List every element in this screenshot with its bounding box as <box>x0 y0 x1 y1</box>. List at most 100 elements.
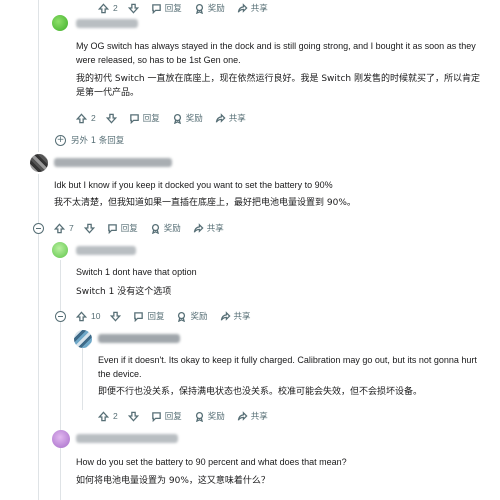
avatar[interactable] <box>52 15 68 31</box>
comment-bubble-icon <box>129 113 139 124</box>
collapse-button[interactable] <box>33 223 44 234</box>
comment-actions: 2 回复 奖励 共享 <box>98 0 280 16</box>
thread-line <box>60 260 61 500</box>
reply-button[interactable]: 回复 <box>129 112 160 124</box>
share-icon <box>215 112 226 123</box>
username-blurred[interactable] <box>76 246 136 255</box>
award-button[interactable]: 奖励 <box>194 410 225 422</box>
avatar[interactable] <box>30 154 48 172</box>
collapse-button[interactable] <box>55 311 66 322</box>
reply-label: 回复 <box>142 113 160 123</box>
comment-text-en: My OG switch has always stayed in the do… <box>76 41 476 65</box>
comment-text-en: Even if it doesn't. Its okay to keep it … <box>98 355 477 379</box>
comment-text-zh: 我不太清楚，但我知道如果一直插在底座上，最好把电池电量设置到 90%。 <box>54 198 356 208</box>
share-label: 共享 <box>250 3 268 13</box>
thread-line <box>82 340 83 410</box>
comment-bubble-icon <box>151 3 161 14</box>
comment-text-zh: Switch 1 没有这个选项 <box>76 287 172 297</box>
comment-text-en: Switch 1 dont have that option <box>76 267 197 277</box>
upvote-button[interactable]: 2 <box>98 410 123 422</box>
award-label: 奖励 <box>185 113 203 123</box>
share-icon <box>193 222 204 233</box>
username-blurred[interactable] <box>98 334 180 343</box>
award-icon <box>195 411 203 422</box>
award-icon <box>173 113 181 124</box>
award-label: 奖励 <box>207 3 225 13</box>
arrow-up-icon <box>98 410 109 421</box>
arrow-up-icon <box>76 112 87 123</box>
avatar[interactable] <box>52 242 68 258</box>
share-label: 共享 <box>233 311 251 321</box>
comment-actions: 2 回复 奖励 共享 <box>98 408 280 424</box>
downvote-button[interactable] <box>105 113 117 124</box>
arrow-down-icon <box>127 411 139 422</box>
award-button[interactable]: 奖励 <box>194 2 225 14</box>
reply-label: 回复 <box>120 223 138 233</box>
award-label: 奖励 <box>163 223 181 233</box>
comment-text-zh: 即便不行也没关系，保持满电状态也没关系。校准可能会失效，但不会损坏设备。 <box>98 387 423 397</box>
award-icon <box>195 3 203 14</box>
award-button[interactable]: 奖励 <box>172 112 203 124</box>
arrow-up-icon <box>76 310 87 321</box>
share-button[interactable]: 共享 <box>215 112 246 124</box>
comment-text-zh: 如何将电池电量设置为 90%，这又意味着什么？ <box>76 476 270 486</box>
reply-label: 回复 <box>164 411 182 421</box>
award-label: 奖励 <box>207 411 225 421</box>
upvote-button[interactable]: 10 <box>76 310 105 322</box>
share-label: 共享 <box>206 223 224 233</box>
award-button[interactable]: 奖励 <box>176 310 208 322</box>
share-label: 共享 <box>228 113 246 123</box>
reply-button[interactable]: 回复 <box>133 310 164 322</box>
comment-text-en: Idk but I know if you keep it docked you… <box>54 180 333 190</box>
reply-button[interactable]: 回复 <box>107 222 138 234</box>
vote-count: 2 <box>91 113 96 123</box>
vote-count: 2 <box>113 411 118 421</box>
comment-bubble-icon <box>107 223 117 234</box>
comment-bubble-icon <box>134 311 144 322</box>
share-icon <box>237 410 248 421</box>
reply-button[interactable]: 回复 <box>151 2 182 14</box>
award-label: 奖励 <box>190 311 208 321</box>
vote-count: 10 <box>91 311 101 321</box>
award-button[interactable]: 奖励 <box>150 222 181 234</box>
upvote-button[interactable]: 2 <box>76 112 101 124</box>
share-button[interactable]: 共享 <box>237 410 268 422</box>
avatar[interactable] <box>52 430 70 448</box>
downvote-button[interactable] <box>127 411 139 422</box>
arrow-up-icon <box>54 222 65 233</box>
downvote-button[interactable] <box>110 311 122 322</box>
arrow-down-icon <box>105 113 117 124</box>
share-button[interactable]: 共享 <box>237 2 268 14</box>
arrow-down-icon <box>110 311 122 322</box>
avatar[interactable] <box>74 330 92 348</box>
comment-text-zh: 我的初代 Switch 一直放在底座上，现在依然运行良好。我是 Switch 刚… <box>76 74 480 98</box>
reply-button[interactable]: 回复 <box>151 410 182 422</box>
upvote-button[interactable]: 2 <box>98 2 123 14</box>
downvote-button[interactable] <box>127 3 139 14</box>
share-icon <box>220 310 231 321</box>
comment-text-en: How do you set the battery to 90 percent… <box>76 457 347 467</box>
reply-label: 回复 <box>164 3 182 13</box>
thread-line <box>38 0 39 152</box>
more-replies-label: 另外 1 条回复 <box>71 136 125 146</box>
comment-bubble-icon <box>151 411 161 422</box>
share-icon <box>237 2 248 13</box>
more-replies-link[interactable]: + 另外 1 条回复 <box>55 134 124 146</box>
arrow-up-icon <box>98 2 109 13</box>
share-button[interactable]: 共享 <box>193 222 224 234</box>
arrow-down-icon <box>83 223 95 234</box>
award-icon <box>178 311 186 322</box>
comment-actions: 7 回复 奖励 共享 <box>54 220 236 236</box>
comment-actions: 10 回复 奖励 共享 <box>76 308 263 324</box>
reply-label: 回复 <box>147 311 165 321</box>
downvote-button[interactable] <box>83 223 95 234</box>
upvote-button[interactable]: 7 <box>54 222 79 234</box>
comment-actions: 2 回复 奖励 共享 <box>76 110 258 126</box>
share-button[interactable]: 共享 <box>220 310 251 322</box>
username-blurred[interactable] <box>76 434 178 443</box>
arrow-down-icon <box>127 3 139 14</box>
plus-circle-icon: + <box>55 134 66 146</box>
username-blurred[interactable] <box>76 19 138 28</box>
username-blurred[interactable] <box>54 158 172 167</box>
share-label: 共享 <box>250 411 268 421</box>
